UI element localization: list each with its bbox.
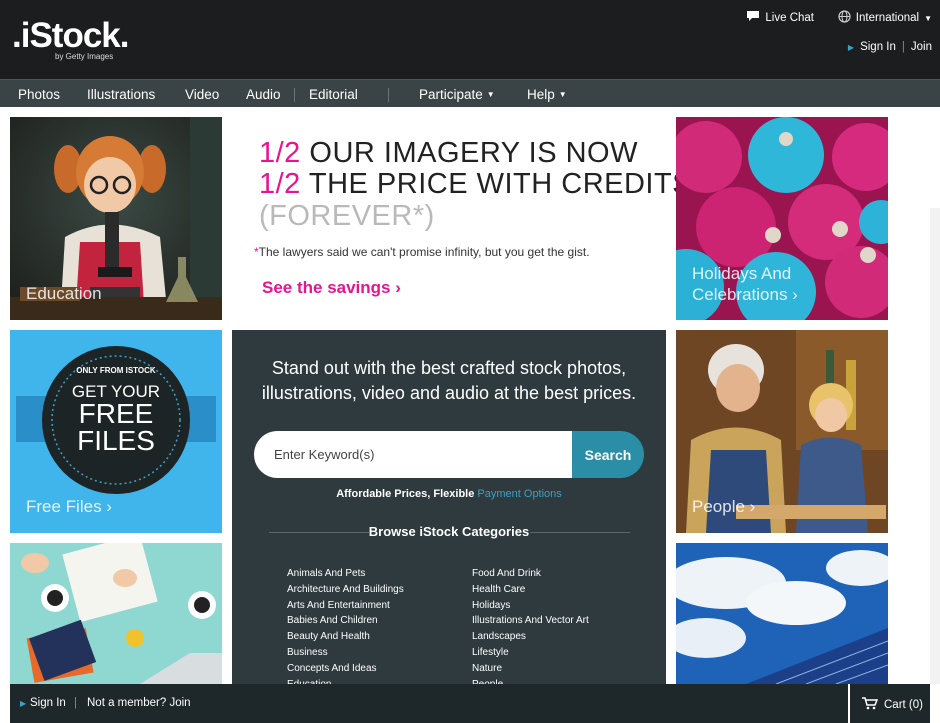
tile-people[interactable]: People › xyxy=(676,330,888,533)
promo-line-2-text: THE PRICE WITH CREDITS xyxy=(308,168,693,200)
divider: | xyxy=(74,697,77,709)
live-chat-link[interactable]: Live Chat xyxy=(746,10,814,25)
panel-headline-line-1: Stand out with the best crafted stock ph… xyxy=(271,358,627,378)
promo-line-2: 1/2 THE PRICE WITH CREDITS xyxy=(259,168,692,201)
category-link[interactable]: Babies And Children xyxy=(287,613,404,629)
tile-label-education: Education xyxy=(26,284,102,303)
istock-logo[interactable]: .iStock. by Getty Images xyxy=(12,16,129,61)
promo-footnote-text: The lawyers said we can't promise infini… xyxy=(258,245,590,259)
nav-photos[interactable]: Photos xyxy=(18,80,60,108)
nav-participate-label: Participate xyxy=(419,87,483,102)
category-link[interactable]: Illustrations And Vector Art xyxy=(472,613,589,629)
sky-image xyxy=(676,543,888,684)
tile-label-free-files: Free Files › xyxy=(26,497,112,516)
categories-left: Animals And Pets Architecture And Buildi… xyxy=(287,566,404,692)
promo-line-1-text: OUR IMAGERY IS NOW xyxy=(309,137,638,169)
category-link[interactable]: Lifestyle xyxy=(472,645,589,661)
payment-options-link[interactable]: Payment Options xyxy=(477,488,561,500)
nav-divider xyxy=(388,88,389,102)
join-link[interactable]: Join xyxy=(911,41,932,53)
nav-editorial[interactable]: Editorial xyxy=(309,80,358,108)
chevron-down-icon: ▼ xyxy=(558,90,567,99)
nav-divider xyxy=(294,88,295,102)
chat-icon xyxy=(746,10,760,25)
promo-footnote: *The lawyers said we can't promise infin… xyxy=(254,245,590,259)
top-header: .iStock. by Getty Images Live Chat Inter… xyxy=(0,0,940,79)
browse-divider-right xyxy=(530,532,630,533)
nav-help-label: Help xyxy=(527,87,555,102)
not-member-join-link[interactable]: Not a member? Join xyxy=(87,697,191,709)
affordable-label: Affordable Prices, Flexible xyxy=(336,488,475,500)
cart-bar[interactable]: Cart (0) xyxy=(850,684,930,723)
nav-help[interactable]: Help ▼ xyxy=(527,80,567,108)
auth-links: ▶ Sign In | Join xyxy=(848,41,932,53)
affordable-text: Affordable Prices, Flexible Payment Opti… xyxy=(232,488,666,500)
nav-illustrations[interactable]: Illustrations xyxy=(87,80,155,108)
chevron-down-icon: ▼ xyxy=(924,13,932,23)
category-link[interactable]: Concepts And Ideas xyxy=(287,661,404,677)
tile-holidays[interactable]: Holidays And Celebrations › xyxy=(676,117,888,320)
tile-free-files[interactable]: ONLY FROM ISTOCK GET YOUR FREE FILES Fre… xyxy=(10,330,222,533)
search-input[interactable] xyxy=(254,431,574,478)
category-link[interactable]: Arts And Entertainment xyxy=(287,598,404,614)
arrow-right-icon: ▶ xyxy=(847,42,855,52)
category-link[interactable]: Nature xyxy=(472,661,589,677)
badge-top-text: ONLY FROM ISTOCK xyxy=(76,366,156,375)
tile-business[interactable] xyxy=(10,543,222,684)
promo-line-1: 1/2 OUR IMAGERY IS NOW xyxy=(259,137,638,170)
category-link[interactable]: Holidays xyxy=(472,598,589,614)
category-link[interactable]: Architecture And Buildings xyxy=(287,582,404,598)
category-link[interactable]: Food And Drink xyxy=(472,566,589,582)
tile-label-people: People › xyxy=(692,497,756,516)
tile-education[interactable]: Education xyxy=(10,117,222,320)
nav-video[interactable]: Video xyxy=(185,80,219,108)
cart-label: Cart (0) xyxy=(884,699,923,711)
promo-line-3: (FOREVER*) xyxy=(259,200,435,232)
category-link[interactable]: Health Care xyxy=(472,582,589,598)
category-link[interactable]: Animals And Pets xyxy=(287,566,404,582)
promo-banner: 1/2 OUR IMAGERY IS NOW 1/2 THE PRICE WIT… xyxy=(232,117,692,317)
globe-icon xyxy=(838,10,851,26)
search-box: Search xyxy=(254,431,644,478)
nav-audio[interactable]: Audio xyxy=(246,80,281,108)
international-dropdown[interactable]: International ▼ xyxy=(838,10,932,26)
right-edge-strip xyxy=(930,208,940,684)
category-link[interactable]: Business xyxy=(287,645,404,661)
category-link[interactable]: Beauty And Health xyxy=(287,629,404,645)
panel-headline: Stand out with the best crafted stock ph… xyxy=(232,356,666,406)
cart-icon xyxy=(862,697,879,713)
bottom-login-bar: ▶ Sign In | Not a member? Join xyxy=(10,684,848,723)
categories-right: Food And Drink Health Care Holidays Illu… xyxy=(472,566,589,692)
badge-free: FREE xyxy=(78,398,154,429)
live-chat-label: Live Chat xyxy=(765,11,814,24)
bottom-sign-in-link[interactable]: Sign In xyxy=(30,697,66,709)
search-button[interactable]: Search xyxy=(572,431,644,478)
tile-label-holidays: Holidays And Celebrations › xyxy=(692,264,798,304)
see-savings-link[interactable]: See the savings › xyxy=(262,278,401,298)
chevron-down-icon: ▼ xyxy=(486,90,495,99)
logo-text: .iStock. xyxy=(12,16,129,55)
promo-half: 1/2 xyxy=(259,137,301,169)
promo-half: 1/2 xyxy=(259,168,301,200)
divider: | xyxy=(901,41,905,53)
sign-in-link[interactable]: Sign In xyxy=(860,41,896,53)
business-image xyxy=(10,543,222,684)
panel-headline-line-2: illustrations, video and audio at the be… xyxy=(261,383,637,403)
international-label: International xyxy=(855,12,920,24)
nav-participate[interactable]: Participate ▼ xyxy=(419,80,495,108)
tile-sky[interactable] xyxy=(676,543,888,684)
category-link[interactable]: Landscapes xyxy=(472,629,589,645)
cart-button[interactable]: Cart (0) xyxy=(862,697,923,713)
logo-subtext: by Getty Images xyxy=(55,52,114,61)
arrow-right-icon: ▶ xyxy=(20,699,27,708)
search-panel: Stand out with the best crafted stock ph… xyxy=(232,330,666,723)
badge-files: FILES xyxy=(77,425,155,456)
main-nav: Photos Illustrations Video Audio Editori… xyxy=(0,79,940,107)
